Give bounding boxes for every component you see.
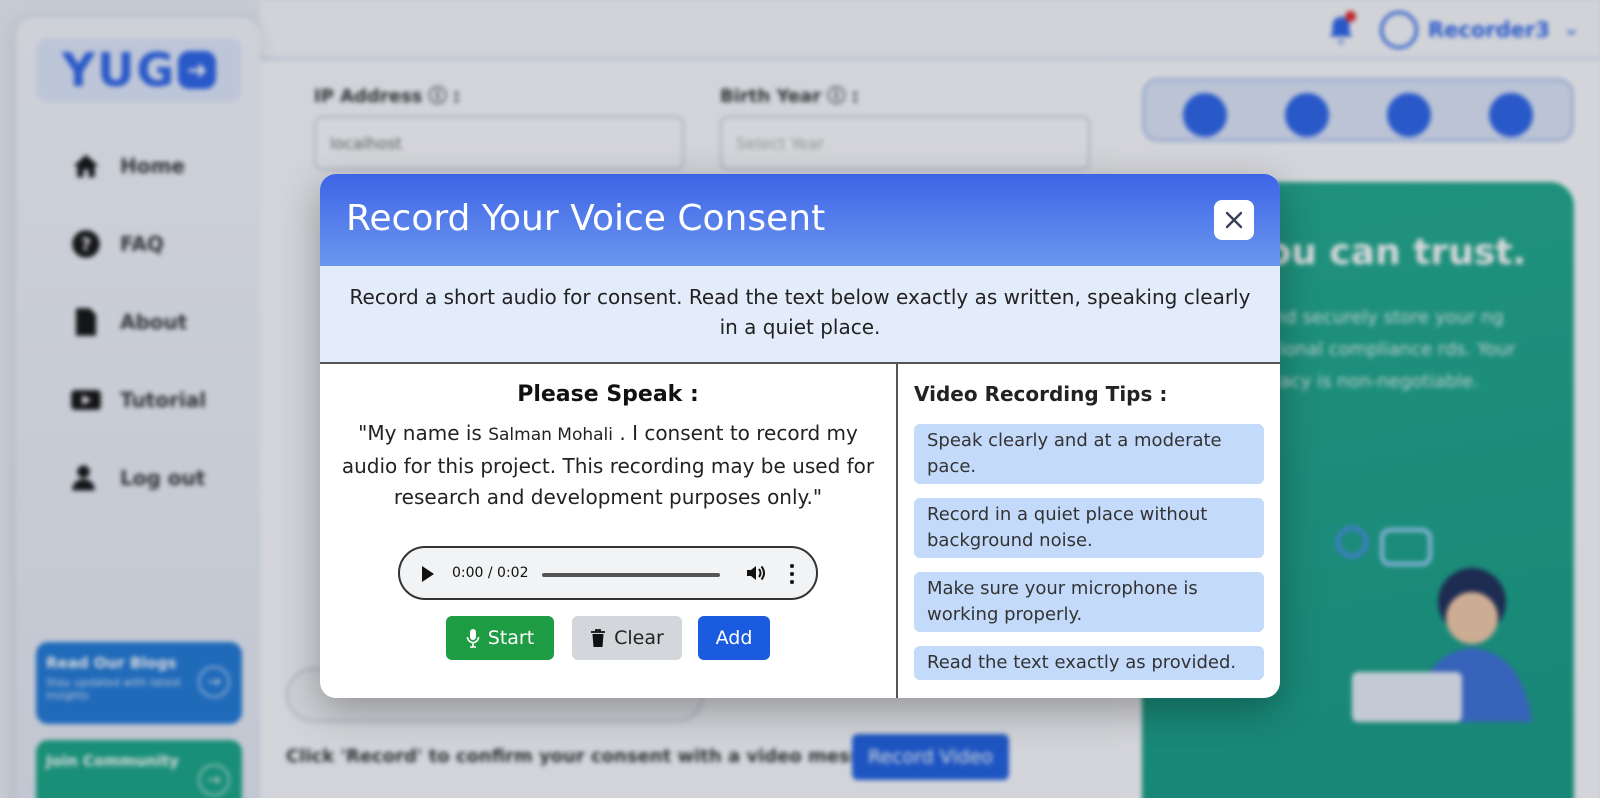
tip-item: Record in a quiet place without backgrou… — [914, 498, 1264, 558]
play-icon[interactable] — [422, 566, 434, 582]
close-icon — [1225, 211, 1243, 229]
add-button-label: Add — [715, 627, 753, 649]
audio-time: 0:00 / 0:02 — [452, 565, 529, 581]
modal-title: Record Your Voice Consent — [346, 198, 826, 239]
modal-instructions: Record a short audio for consent. Read t… — [320, 266, 1280, 364]
tip-item: Speak clearly and at a moderate pace. — [914, 424, 1264, 484]
clear-button[interactable]: Clear — [572, 616, 682, 660]
add-button[interactable]: Add — [698, 616, 770, 660]
audio-progress-slider[interactable] — [542, 573, 720, 577]
consent-script: "My name is Salman Mohali . I consent to… — [336, 418, 880, 513]
trash-icon — [591, 629, 606, 647]
modal-header: Record Your Voice Consent — [320, 174, 1280, 266]
tips-heading: Video Recording Tips : — [914, 382, 1168, 406]
voice-consent-modal: Record Your Voice Consent Record a short… — [320, 174, 1280, 698]
tip-item: Make sure your microphone is working pro… — [914, 572, 1264, 632]
microphone-icon — [466, 629, 480, 648]
audio-player: 0:00 / 0:02 — [398, 546, 818, 600]
speaker-name: Salman Mohali — [488, 425, 613, 445]
volume-icon[interactable] — [744, 561, 768, 585]
consent-script-start: "My name is — [358, 421, 489, 445]
start-button[interactable]: Start — [446, 616, 554, 660]
please-speak-heading: Please Speak : — [517, 382, 699, 407]
close-button[interactable] — [1214, 200, 1254, 240]
tip-item: Read the text exactly as provided. — [914, 646, 1264, 680]
more-options-icon[interactable] — [790, 562, 794, 586]
clear-button-label: Clear — [614, 627, 664, 649]
start-button-label: Start — [487, 627, 535, 649]
column-divider — [896, 364, 898, 698]
